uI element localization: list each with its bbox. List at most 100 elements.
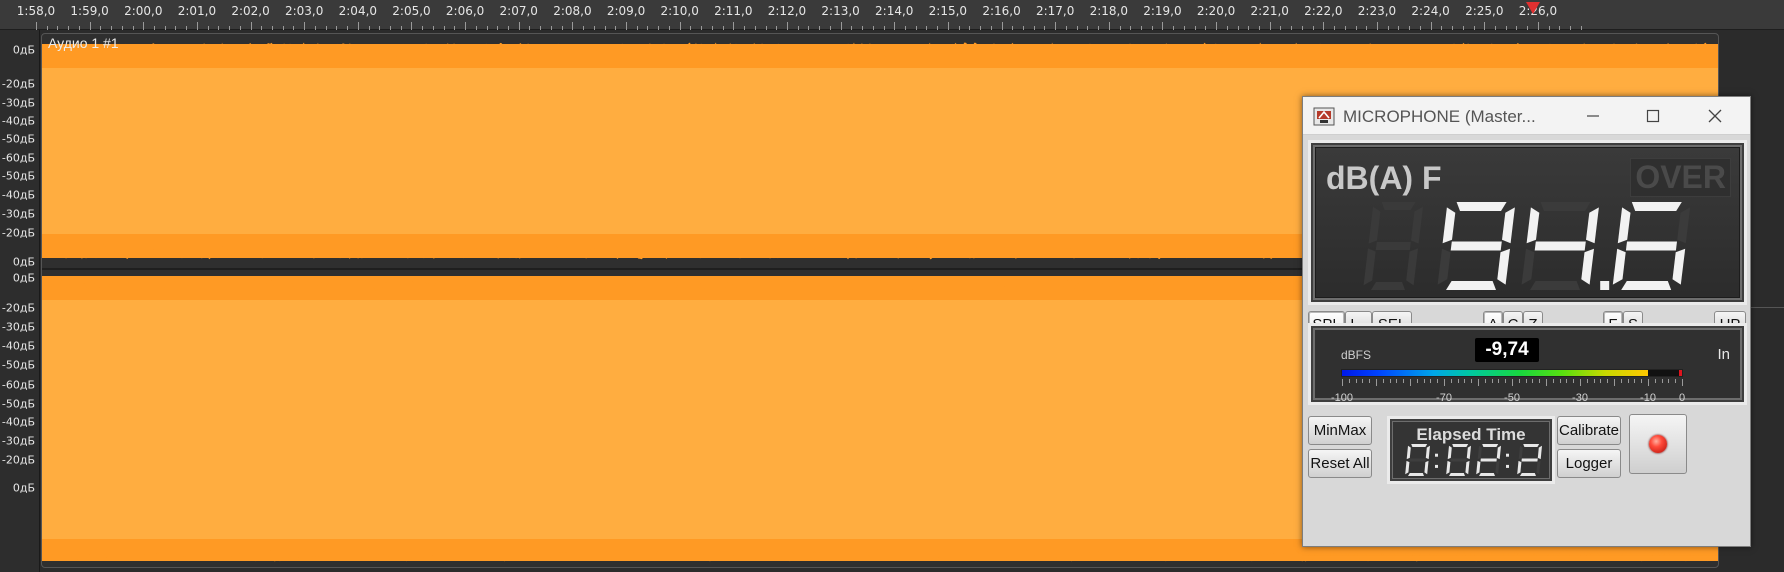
timeline-minor-tick	[486, 26, 488, 30]
db-label: -50дБ	[1, 132, 35, 146]
level-scale-tick	[1627, 379, 1629, 383]
minimize-icon	[1587, 115, 1599, 117]
db-label: -20дБ	[1, 226, 35, 240]
timeline-tick	[1055, 22, 1057, 30]
level-bar-peak	[1678, 370, 1682, 376]
timeline-minor-tick	[1076, 26, 1078, 30]
dbfs-value: -9,74	[1475, 338, 1539, 362]
minmax-button[interactable]: MinMax	[1308, 416, 1372, 445]
timeline-label: 2:14,0	[875, 4, 914, 18]
minimize-button[interactable]	[1573, 101, 1613, 131]
level-scale-tick	[1661, 379, 1663, 383]
level-scale-label: -100	[1330, 392, 1354, 404]
timeline-label: 2:24,0	[1411, 4, 1450, 18]
timeline-label: 2:09,0	[606, 4, 646, 18]
record-button[interactable]	[1629, 414, 1687, 474]
digit-segment	[1518, 445, 1523, 460]
timeline-minor-tick	[1334, 26, 1336, 30]
timeline-minor-tick	[1194, 26, 1196, 30]
timeline-tick	[1162, 22, 1164, 30]
level-scale-tick	[1362, 379, 1364, 383]
timeline-tick	[626, 22, 628, 30]
timeline-minor-tick	[1398, 26, 1400, 30]
level-scale-tick	[1410, 379, 1411, 386]
timeline-minor-tick	[1140, 26, 1142, 30]
timeline-minor-tick	[808, 26, 810, 30]
digit-segment	[1480, 458, 1497, 462]
level-scale-label: -10	[1640, 392, 1656, 404]
timeline-tick	[143, 22, 145, 30]
timeline-ruler[interactable]: 1:58,0 1:59,0 2:00,0 2:01,0 2:02,0 2:03,0 2:04…	[0, 0, 1784, 30]
digit-segment	[1452, 444, 1469, 447]
db-label: -30дБ	[1, 434, 35, 448]
level-scale-label: -70	[1436, 392, 1452, 404]
timeline-minor-tick	[862, 26, 864, 30]
waveform-edge	[42, 42, 1718, 68]
timeline-minor-tick	[1452, 26, 1454, 30]
timeline-minor-tick	[293, 26, 295, 30]
timeline-minor-tick	[1580, 26, 1582, 30]
level-scale-tick	[1471, 379, 1473, 383]
window-titlebar[interactable]: MICROPHONE (Master...	[1303, 97, 1750, 135]
digit-segment	[1424, 460, 1429, 475]
level-scale-tick	[1376, 379, 1377, 386]
digit-segment	[1482, 444, 1499, 447]
timeline-minor-tick	[218, 26, 220, 30]
logger-button[interactable]: Logger	[1557, 449, 1621, 478]
timeline-minor-tick	[78, 26, 80, 30]
timeline-minor-tick	[1205, 26, 1207, 30]
level-scale-tick	[1539, 379, 1541, 383]
calibrate-button[interactable]: Calibrate	[1557, 416, 1621, 445]
timeline-label: 2:17,0	[1035, 4, 1075, 18]
reset-all-button[interactable]: Reset All	[1308, 449, 1372, 478]
sound-level-meter-window[interactable]: MICROPHONE (Master... dB(A) F OVER SPL L…	[1302, 96, 1751, 547]
level-scale-tick	[1464, 379, 1466, 383]
timeline-minor-tick	[636, 26, 638, 30]
level-scale-tick	[1512, 379, 1513, 386]
timeline-minor-tick	[647, 26, 649, 30]
timeline-tick	[840, 22, 842, 30]
level-scale-tick	[1369, 379, 1371, 383]
timeline-minor-tick	[1570, 26, 1572, 30]
timeline-minor-tick	[604, 26, 606, 30]
close-button[interactable]	[1695, 101, 1735, 131]
timeline-minor-tick	[508, 26, 510, 30]
timeline-tick	[1108, 22, 1110, 30]
timeline-minor-tick	[1355, 26, 1357, 30]
timeline-minor-tick	[175, 26, 177, 30]
level-scale-tick	[1668, 379, 1670, 383]
playhead-marker[interactable]	[1526, 2, 1540, 14]
timeline-tick	[1430, 22, 1432, 30]
timeline-tick	[733, 22, 735, 30]
timeline-minor-tick	[797, 26, 799, 30]
digit-segment	[1496, 445, 1501, 460]
timeline-minor-tick	[583, 26, 585, 30]
timeline-minor-tick	[1237, 26, 1239, 30]
timeline-tick	[250, 22, 252, 30]
level-scale-tick	[1444, 379, 1445, 386]
level-scale-tick	[1573, 379, 1575, 383]
db-label: -60дБ	[1, 151, 35, 165]
timeline-minor-tick	[776, 26, 778, 30]
timeline-minor-tick	[454, 26, 456, 30]
digit-segment	[1411, 206, 1423, 244]
timeline-minor-tick	[1173, 26, 1175, 30]
level-scale-tick	[1437, 379, 1439, 383]
timeline-minor-tick	[1419, 26, 1421, 30]
timeline-minor-tick	[1033, 26, 1035, 30]
timeline-minor-tick	[990, 26, 992, 30]
timeline-label: 2:25,0	[1465, 4, 1504, 18]
timeline-minor-tick	[872, 26, 874, 30]
level-bar-fill	[1342, 370, 1648, 376]
timeline-minor-tick	[272, 26, 274, 30]
digit-segment	[1381, 202, 1416, 210]
timeline-label: 1:59,0	[70, 4, 109, 18]
timeline-minor-tick	[668, 26, 670, 30]
maximize-button[interactable]	[1633, 101, 1673, 131]
timeline-minor-tick	[958, 26, 960, 30]
level-scale-tick	[1457, 379, 1459, 383]
timeline-tick	[1323, 22, 1325, 30]
timeline-minor-tick	[1409, 26, 1411, 30]
level-scale-tick	[1416, 379, 1418, 383]
timeline-minor-tick	[1226, 26, 1228, 30]
